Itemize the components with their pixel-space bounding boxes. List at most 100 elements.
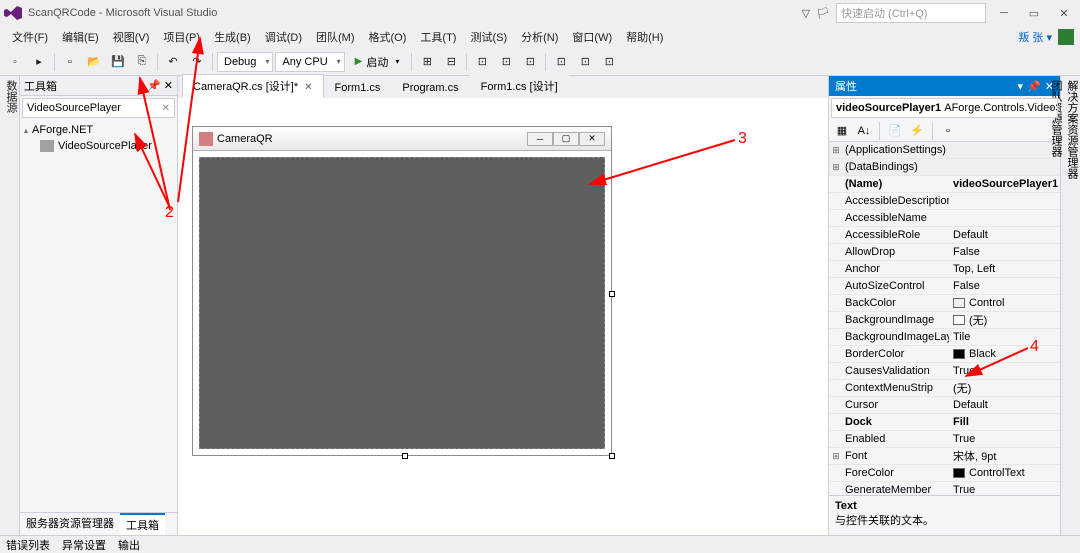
platform-dropdown[interactable]: Any CPU xyxy=(275,52,344,72)
property-row[interactable]: ⊞(DataBindings) xyxy=(829,159,1060,176)
layout-btn[interactable]: ⊡ xyxy=(471,51,493,73)
side-tabs-right: 解决方案资源管理器 团队资源管理器 xyxy=(1060,76,1080,535)
property-row[interactable]: AllowDropFalse xyxy=(829,244,1060,261)
property-row[interactable]: AutoSizeControlFalse xyxy=(829,278,1060,295)
pin-icon[interactable]: 📌 xyxy=(1027,80,1041,93)
user-badge-icon[interactable] xyxy=(1058,29,1074,45)
status-exceptions[interactable]: 异常设置 xyxy=(62,537,106,553)
desc-title: Text xyxy=(835,500,1054,512)
doc-tab[interactable]: Program.cs xyxy=(391,78,469,98)
close-button[interactable]: ✕ xyxy=(1052,3,1076,23)
layout-btn5[interactable]: ⊡ xyxy=(574,51,596,73)
tab-team-explorer[interactable]: 团队资源管理器 xyxy=(1048,80,1064,535)
menu-test[interactable]: 测试(S) xyxy=(464,27,513,47)
menu-project[interactable]: 项目(P) xyxy=(157,27,206,47)
menu-window[interactable]: 窗口(W) xyxy=(566,27,618,47)
property-row[interactable]: AccessibleDescription xyxy=(829,193,1060,210)
property-row[interactable]: ⊞(ApplicationSettings) xyxy=(829,142,1060,159)
notify-icon[interactable]: 🏳 xyxy=(816,7,830,20)
toolbox-search-input[interactable]: VideoSourcePlayer ✕ xyxy=(22,98,175,118)
doc-tab-active[interactable]: CameraQR.cs [设计]*✕ xyxy=(182,74,324,98)
toolbox-item[interactable]: VideoSourcePlayer xyxy=(20,138,177,154)
property-row[interactable]: BackgroundImageLayTile xyxy=(829,329,1060,346)
open-button[interactable]: 📂 xyxy=(83,51,105,73)
maximize-button[interactable]: ▭ xyxy=(1022,3,1046,23)
menu-format[interactable]: 格式(O) xyxy=(363,27,413,47)
properties-button[interactable]: 📄 xyxy=(886,122,904,140)
menu-view[interactable]: 视图(V) xyxy=(107,27,156,47)
property-row[interactable]: GenerateMemberTrue xyxy=(829,482,1060,495)
layout-btn2[interactable]: ⊡ xyxy=(495,51,517,73)
property-row[interactable]: DockFill xyxy=(829,414,1060,431)
minimize-button[interactable]: ─ xyxy=(992,3,1016,23)
events-button[interactable]: ⚡ xyxy=(908,122,926,140)
nav-fwd-button[interactable]: ▸ xyxy=(28,51,50,73)
dropdown-icon[interactable]: ▾ xyxy=(1018,80,1024,93)
resize-handle[interactable] xyxy=(609,291,615,297)
status-errorlist[interactable]: 错误列表 xyxy=(6,537,50,553)
control-icon xyxy=(40,140,54,152)
quick-launch-input[interactable]: 快速启动 (Ctrl+Q) xyxy=(836,3,986,23)
tab-toolbox[interactable]: 工具箱 xyxy=(120,513,165,535)
property-grid[interactable]: ⊞(ApplicationSettings)⊞(DataBindings)(Na… xyxy=(829,142,1060,495)
alphabetical-button[interactable]: A↓ xyxy=(855,122,873,140)
menu-team[interactable]: 团队(M) xyxy=(310,27,361,47)
new-button[interactable]: ▫ xyxy=(59,51,81,73)
layout-btn3[interactable]: ⊡ xyxy=(519,51,541,73)
config-dropdown[interactable]: Debug xyxy=(217,52,273,72)
pin-icon[interactable]: ▾ 📌 ✕ xyxy=(138,79,173,92)
doc-tab[interactable]: Form1.cs xyxy=(324,78,392,98)
property-row[interactable]: CausesValidationTrue xyxy=(829,363,1060,380)
form-preview[interactable]: CameraQR ─ ▢ ✕ xyxy=(192,126,612,456)
redo-button[interactable]: ↷ xyxy=(186,51,208,73)
side-tab-datasource[interactable]: 数据源 xyxy=(0,76,20,535)
filter-icon[interactable]: ▽ xyxy=(802,7,810,20)
property-row[interactable]: BackgroundImage(无) xyxy=(829,312,1060,329)
undo-button[interactable]: ↶ xyxy=(162,51,184,73)
property-row[interactable]: ForeColorControlText xyxy=(829,465,1060,482)
design-surface[interactable]: CameraQR ─ ▢ ✕ xyxy=(178,98,828,535)
resize-handle[interactable] xyxy=(609,453,615,459)
save-all-button[interactable]: ⎘ xyxy=(131,51,153,73)
desc-text: 与控件关联的文本。 xyxy=(835,512,1054,528)
align-button[interactable]: ⊞ xyxy=(416,51,438,73)
categorized-button[interactable]: ▦ xyxy=(833,122,851,140)
property-object-selector[interactable]: videoSourcePlayer1 AForge.Controls.Video… xyxy=(831,98,1058,118)
designer-area: CameraQR.cs [设计]*✕ Form1.cs Program.cs F… xyxy=(178,76,828,535)
status-output[interactable]: 输出 xyxy=(118,537,140,553)
menu-help[interactable]: 帮助(H) xyxy=(620,27,669,47)
save-button[interactable]: 💾 xyxy=(107,51,129,73)
start-button[interactable]: ▶启动▾ xyxy=(347,52,408,72)
property-row[interactable]: EnabledTrue xyxy=(829,431,1060,448)
close-tab-icon[interactable]: ✕ xyxy=(304,82,312,93)
resize-handle[interactable] xyxy=(402,453,408,459)
clear-search-icon[interactable]: ✕ xyxy=(162,103,170,114)
tab-server-explorer[interactable]: 服务器资源管理器 xyxy=(20,513,120,535)
property-row[interactable]: CursorDefault xyxy=(829,397,1060,414)
property-row[interactable]: ContextMenuStrip(无) xyxy=(829,380,1060,397)
menu-file[interactable]: 文件(F) xyxy=(6,27,54,47)
user-label[interactable]: 叛 张 ▾ xyxy=(1018,29,1056,45)
align2-button[interactable]: ⊟ xyxy=(440,51,462,73)
doc-tab[interactable]: Form1.cs [设计] xyxy=(470,74,569,98)
property-row[interactable]: ⊞Font宋体, 9pt xyxy=(829,448,1060,465)
property-row[interactable]: BackColorControl xyxy=(829,295,1060,312)
tab-solution-explorer[interactable]: 解决方案资源管理器 xyxy=(1064,80,1080,527)
property-row[interactable]: AnchorTop, Left xyxy=(829,261,1060,278)
toolbox-group[interactable]: ▴AForge.NET xyxy=(20,122,177,138)
video-source-player-control[interactable] xyxy=(199,157,605,449)
property-row[interactable]: BorderColorBlack xyxy=(829,346,1060,363)
prop-pages-button[interactable]: ▫ xyxy=(939,122,957,140)
property-row[interactable]: AccessibleName xyxy=(829,210,1060,227)
menu-analyze[interactable]: 分析(N) xyxy=(515,27,564,47)
menu-edit[interactable]: 编辑(E) xyxy=(56,27,105,47)
menu-tools[interactable]: 工具(T) xyxy=(414,27,462,47)
layout-btn6[interactable]: ⊡ xyxy=(598,51,620,73)
document-tabs: CameraQR.cs [设计]*✕ Form1.cs Program.cs F… xyxy=(178,76,828,98)
nav-back-button[interactable]: ◦ xyxy=(4,51,26,73)
menu-build[interactable]: 生成(B) xyxy=(208,27,257,47)
property-row[interactable]: AccessibleRoleDefault xyxy=(829,227,1060,244)
menu-debug[interactable]: 调试(D) xyxy=(259,27,308,47)
property-row[interactable]: (Name)videoSourcePlayer1 xyxy=(829,176,1060,193)
layout-btn4[interactable]: ⊡ xyxy=(550,51,572,73)
